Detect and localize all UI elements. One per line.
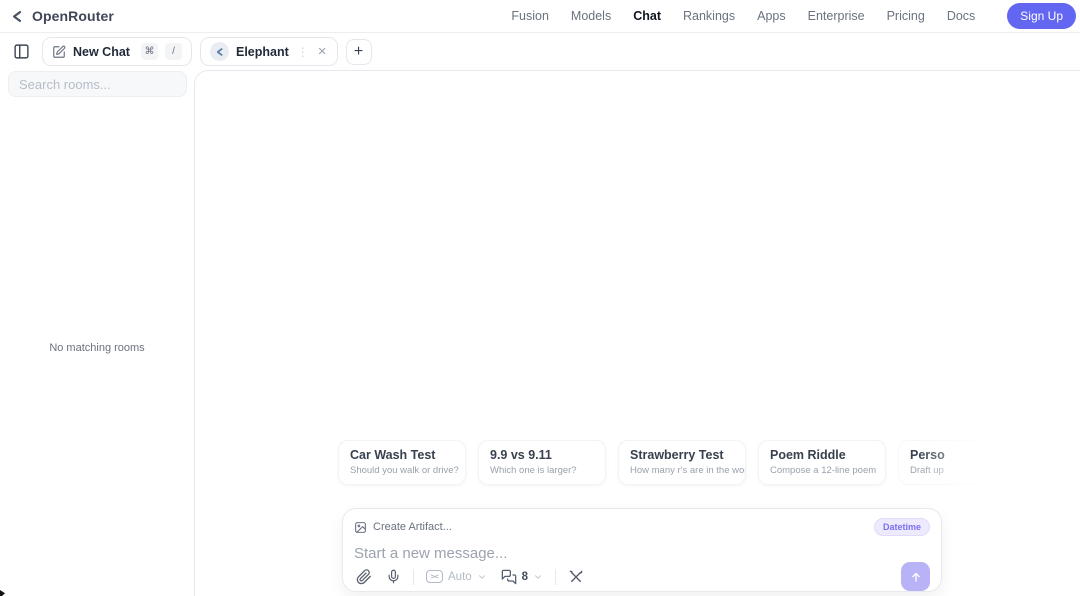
composer-toolbar: >< Auto 8 — [354, 562, 930, 591]
nav-item-rankings[interactable]: Rankings — [683, 9, 735, 23]
nav-item-pricing[interactable]: Pricing — [887, 9, 925, 23]
app-header: OpenRouter Fusion Models Chat Rankings A… — [0, 0, 1080, 33]
create-artifact-button[interactable]: Create Artifact... — [354, 521, 452, 534]
nav-item-fusion[interactable]: Fusion — [511, 9, 549, 23]
tab-new-chat[interactable]: New Chat ⌘ / — [42, 37, 192, 66]
chat-bubbles-icon — [501, 569, 517, 585]
suggestion-card-car-wash[interactable]: Car Wash Test Should you walk or drive? — [338, 440, 466, 485]
search-rooms-input[interactable] — [8, 71, 187, 97]
suggestion-cards-row: Car Wash Test Should you walk or drive? … — [338, 440, 1026, 485]
voice-input-button[interactable] — [384, 567, 403, 586]
card-title: Car Wash Test — [350, 448, 436, 462]
auto-router-icon: >< — [426, 570, 443, 583]
nav-item-chat[interactable]: Chat — [633, 9, 661, 23]
card-subtitle: Compose a 12-line poem — [770, 465, 877, 476]
arrow-up-icon — [909, 570, 923, 584]
room-avatar-icon — [210, 42, 229, 61]
pencil-square-icon — [52, 45, 66, 59]
attach-file-button[interactable] — [354, 567, 374, 587]
top-nav: Fusion Models Chat Rankings Apps Enterpr… — [511, 3, 1076, 29]
kbd-slash-badge: / — [165, 43, 182, 60]
rooms-sidebar: No matching rooms — [0, 70, 194, 596]
card-title: Poem Riddle — [770, 448, 846, 462]
brand-logo-link[interactable]: OpenRouter — [10, 8, 114, 24]
kbd-cmd-badge: ⌘ — [141, 43, 158, 60]
card-subtitle: Should you walk or drive? — [350, 465, 459, 476]
paperclip-icon — [356, 568, 372, 585]
model-router-selector[interactable]: >< Auto — [424, 568, 489, 585]
panel-left-icon — [13, 43, 30, 60]
tab-room-label: Elephant — [236, 44, 289, 59]
suggestion-card-9-9-vs-9-11[interactable]: 9.9 vs 9.11 Which one is larger? — [478, 440, 606, 485]
tab-close-icon[interactable]: × — [317, 44, 328, 59]
nav-item-enterprise[interactable]: Enterprise — [808, 9, 865, 23]
tab-new-chat-label: New Chat — [73, 44, 130, 59]
card-subtitle: How many r's are in the word — [630, 465, 746, 476]
create-artifact-label: Create Artifact... — [373, 521, 452, 533]
brand-name: OpenRouter — [32, 8, 114, 24]
card-title: 9.9 vs 9.11 — [490, 448, 552, 462]
send-message-button[interactable] — [901, 562, 930, 591]
tab-bar: New Chat ⌘ / Elephant ⋮ × + — [0, 33, 1080, 70]
nav-item-models[interactable]: Models — [571, 9, 611, 23]
empty-rooms-message: No matching rooms — [49, 342, 145, 354]
new-tab-button[interactable]: + — [345, 38, 372, 65]
tab-room-elephant[interactable]: Elephant ⋮ × — [200, 37, 338, 66]
composer-top-row: Create Artifact... Datetime — [354, 518, 930, 536]
card-subtitle: Draft up — [910, 465, 944, 476]
microphone-icon — [386, 569, 401, 584]
card-title: Strawberry Test — [630, 448, 724, 462]
message-input[interactable] — [354, 545, 930, 562]
datetime-context-badge[interactable]: Datetime — [873, 518, 930, 536]
crossed-tools-icon — [568, 569, 584, 585]
toolbar-divider — [555, 568, 557, 585]
suggestion-card-partial[interactable]: Perso Draft up — [898, 440, 1026, 485]
rooms-count-value: 8 — [521, 570, 529, 583]
openrouter-logo-icon — [10, 9, 25, 24]
rooms-count-selector[interactable]: 8 — [499, 567, 545, 587]
image-icon — [354, 521, 367, 534]
model-selector-value: Auto — [448, 570, 472, 583]
nav-item-apps[interactable]: Apps — [757, 9, 786, 23]
suggestion-card-poem-riddle[interactable]: Poem Riddle Compose a 12-line poem — [758, 440, 886, 485]
tab-menu-icon[interactable]: ⋮ — [296, 46, 310, 58]
sidebar-toggle-button[interactable] — [8, 39, 34, 65]
chevron-down-icon — [477, 572, 487, 582]
sign-up-button[interactable]: Sign Up — [1007, 3, 1076, 29]
toolbar-divider — [413, 568, 414, 585]
nav-item-docs[interactable]: Docs — [947, 9, 975, 23]
card-title: Perso — [910, 448, 945, 462]
message-composer: Create Artifact... Datetime >< Auto — [342, 508, 942, 592]
suggestion-card-strawberry[interactable]: Strawberry Test How many r's are in the … — [618, 440, 746, 485]
card-subtitle: Which one is larger? — [490, 465, 577, 476]
tools-button[interactable] — [566, 567, 586, 587]
chevron-down-icon — [533, 572, 543, 582]
